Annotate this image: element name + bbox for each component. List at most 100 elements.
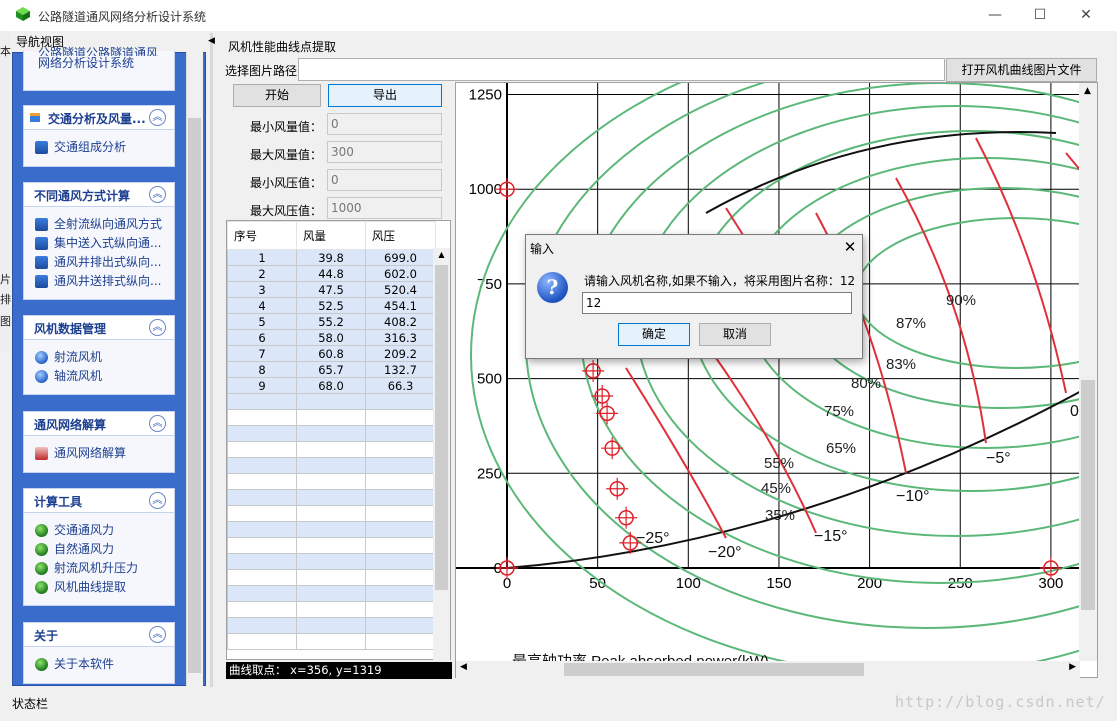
table-cell[interactable]: [227, 489, 297, 506]
minimize-button[interactable]: —: [980, 4, 1010, 26]
table-cell[interactable]: 5: [227, 313, 297, 330]
table-cell[interactable]: [296, 441, 366, 458]
min-airflow-input[interactable]: 0: [327, 113, 442, 135]
nav-item-axial-fans[interactable]: 轴流风机: [24, 367, 174, 386]
fan-curve-svg[interactable]: 2000175015001250100075050025000501001502…: [456, 83, 1098, 678]
table-cell[interactable]: [365, 505, 436, 522]
collapse-icon[interactable]: ︽: [149, 415, 166, 432]
table-cell[interactable]: [227, 441, 297, 458]
table-scroll-thumb[interactable]: [435, 265, 448, 590]
max-airflow-input[interactable]: 300: [327, 141, 442, 163]
collapse-icon[interactable]: ︽: [149, 109, 166, 126]
empty-row[interactable]: [227, 457, 436, 474]
table-cell[interactable]: 2: [227, 265, 297, 282]
nav-scroll-thumb[interactable]: [188, 118, 201, 673]
table-row[interactable]: 1 39.8 699.0: [227, 249, 436, 266]
table-cell[interactable]: [296, 585, 366, 602]
table-cell[interactable]: [296, 393, 366, 410]
table-cell[interactable]: [365, 585, 436, 602]
empty-row[interactable]: [227, 409, 436, 426]
table-cell[interactable]: [227, 633, 297, 650]
table-cell[interactable]: [296, 553, 366, 570]
table-cell[interactable]: 9: [227, 377, 297, 394]
nav-item-shaft-exhaust[interactable]: 通风井排出式纵向...: [24, 253, 174, 272]
empty-row[interactable]: [227, 537, 436, 554]
empty-row[interactable]: [227, 617, 436, 634]
empty-row[interactable]: [227, 393, 436, 410]
table-cell[interactable]: 8: [227, 361, 297, 378]
chart-vscroll-thumb[interactable]: [1081, 380, 1095, 610]
table-cell[interactable]: 602.0: [365, 265, 436, 282]
table-cell[interactable]: 47.5: [296, 281, 366, 298]
collapse-icon[interactable]: ︽: [149, 319, 166, 336]
table-cell[interactable]: [227, 473, 297, 490]
table-cell[interactable]: [365, 393, 436, 410]
table-cell[interactable]: [296, 633, 366, 650]
splitter[interactable]: [210, 33, 213, 687]
table-cell[interactable]: [227, 617, 297, 634]
table-cell[interactable]: 66.3: [365, 377, 436, 394]
nav-item-jet-fan[interactable]: 全射流纵向通风方式: [24, 215, 174, 234]
table-cell[interactable]: 699.0: [365, 249, 436, 266]
table-cell[interactable]: [227, 537, 297, 554]
table-cell[interactable]: [296, 505, 366, 522]
empty-row[interactable]: [227, 489, 436, 506]
points-table[interactable]: 序号 风量 风压 1 39.8 699.0 2 44.8 602.0 3 47.5 520.4 4…: [226, 220, 451, 660]
empty-row[interactable]: [227, 425, 436, 442]
col-header[interactable]: 序号: [227, 221, 297, 250]
table-cell[interactable]: [227, 505, 297, 522]
table-row[interactable]: 2 44.8 602.0: [227, 265, 436, 282]
nav-group-header[interactable]: 风机数据管理 ︽: [24, 316, 174, 340]
table-cell[interactable]: [365, 489, 436, 506]
collapse-icon[interactable]: ︽: [149, 492, 166, 509]
table-cell[interactable]: [296, 409, 366, 426]
table-cell[interactable]: [227, 425, 297, 442]
nav-item-natural-force[interactable]: 自然通风力: [24, 540, 174, 559]
empty-row[interactable]: [227, 585, 436, 602]
table-cell[interactable]: [296, 457, 366, 474]
cancel-button[interactable]: 取消: [699, 323, 771, 346]
col-header[interactable]: 风量: [296, 221, 366, 250]
table-cell[interactable]: 60.8: [296, 345, 366, 362]
maximize-button[interactable]: ☐: [1025, 4, 1055, 26]
start-button[interactable]: 开始: [233, 84, 321, 107]
nav-item-central-supply[interactable]: 集中送入式纵向通...: [24, 234, 174, 253]
empty-row[interactable]: [227, 521, 436, 538]
table-cell[interactable]: [296, 569, 366, 586]
nav-group-header[interactable]: 关于 ︽: [24, 623, 174, 647]
table-cell[interactable]: 209.2: [365, 345, 436, 362]
table-cell[interactable]: [296, 601, 366, 618]
empty-row[interactable]: [227, 473, 436, 490]
table-row[interactable]: 6 58.0 316.3: [227, 329, 436, 346]
nav-group-header[interactable]: 计算工具 ︽: [24, 489, 174, 513]
table-cell[interactable]: 52.5: [296, 297, 366, 314]
table-cell[interactable]: [227, 457, 297, 474]
table-cell[interactable]: [227, 409, 297, 426]
table-cell[interactable]: [227, 585, 297, 602]
table-cell[interactable]: [365, 553, 436, 570]
table-cell[interactable]: 3: [227, 281, 297, 298]
nav-item-shaft-supply-exhaust[interactable]: 通风井送排式纵向...: [24, 272, 174, 291]
nav-item-about[interactable]: 关于本软件: [24, 655, 174, 674]
fan-curve-image[interactable]: 2000175015001250100075050025000501001502…: [455, 82, 1098, 678]
table-cell[interactable]: 7: [227, 345, 297, 362]
table-cell[interactable]: [227, 553, 297, 570]
table-cell[interactable]: [365, 425, 436, 442]
chart-hscroll-thumb[interactable]: [564, 663, 864, 676]
table-row[interactable]: 5 55.2 408.2: [227, 313, 436, 330]
max-pressure-input[interactable]: 1000: [327, 197, 442, 219]
table-cell[interactable]: [365, 537, 436, 554]
table-cell[interactable]: [227, 393, 297, 410]
table-row[interactable]: 4 52.5 454.1: [227, 297, 436, 314]
collapse-icon[interactable]: ︽: [149, 186, 166, 203]
collapse-icon[interactable]: ︽: [149, 626, 166, 643]
table-row[interactable]: 8 65.7 132.7: [227, 361, 436, 378]
open-image-button[interactable]: 打开风机曲线图片文件: [946, 58, 1097, 82]
export-button[interactable]: 导出: [328, 84, 442, 107]
table-cell[interactable]: 1: [227, 249, 297, 266]
table-cell[interactable]: 44.8: [296, 265, 366, 282]
nav-item-traffic-force[interactable]: 交通通风力: [24, 521, 174, 540]
table-cell[interactable]: [365, 633, 436, 650]
table-cell[interactable]: [296, 617, 366, 634]
table-cell[interactable]: [365, 617, 436, 634]
